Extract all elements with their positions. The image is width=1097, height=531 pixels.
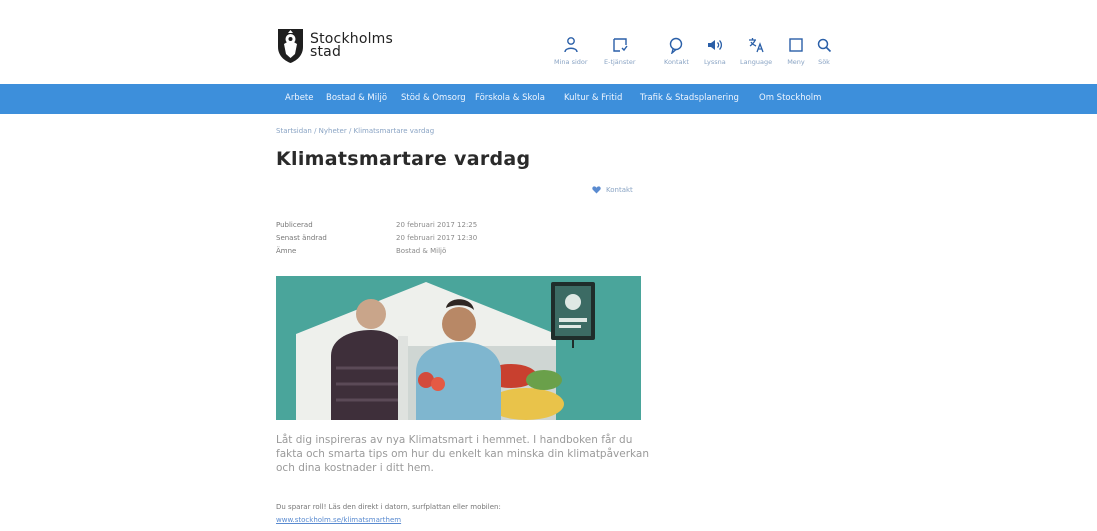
listen-label: Lyssna <box>704 58 726 66</box>
contact-link-label: Kontakt <box>606 186 633 194</box>
e-services-button[interactable]: E-tjänster <box>604 36 636 66</box>
meta-row: Senast ändrad 20 februari 2017 12:30 <box>276 234 526 247</box>
breadcrumb[interactable]: Startsidan / Nyheter / Klimatsmartare va… <box>276 127 434 135</box>
heart-icon <box>592 186 601 194</box>
my-pages-label: Mina sidor <box>554 58 588 66</box>
contact-link[interactable]: Kontakt <box>592 186 633 194</box>
article-note: Du sparar roll! Läs den direkt i datorn,… <box>276 503 501 511</box>
meta-key: Publicerad <box>276 221 313 229</box>
nav-item-forskola-skola[interactable]: Förskola & Skola <box>475 93 545 103</box>
nav-item-bostad-miljo[interactable]: Bostad & Miljö <box>326 93 387 103</box>
article-meta: Publicerad 20 februari 2017 12:25 Senast… <box>276 221 526 260</box>
speaker-icon <box>707 40 722 50</box>
contact-button[interactable]: Kontakt <box>664 36 689 66</box>
site-header: Stockholms stad Mina sidor E-tjänster Ko… <box>0 0 1097 84</box>
language-label: Language <box>740 58 773 66</box>
main-navigation: Arbete Bostad & Miljö Stöd & Omsorg Förs… <box>0 84 1097 114</box>
handbook-link[interactable]: www.stockholm.se/klimatsmarthem <box>276 516 401 524</box>
listen-button[interactable]: Lyssna <box>704 36 726 66</box>
menu-label: Meny <box>787 58 805 66</box>
my-pages-button[interactable]: Mina sidor <box>554 36 588 66</box>
language-icon <box>749 38 764 53</box>
meta-value: Bostad & Miljö <box>396 247 447 255</box>
e-services-icon <box>613 38 628 52</box>
meta-value: 20 februari 2017 12:25 <box>396 221 478 229</box>
menu-icon <box>789 38 803 52</box>
e-services-label: E-tjänster <box>604 58 636 66</box>
person-icon <box>564 37 578 53</box>
chat-icon <box>670 37 683 54</box>
nav-item-arbete[interactable]: Arbete <box>285 93 314 103</box>
search-label: Sök <box>818 58 830 66</box>
hero-image <box>276 276 641 420</box>
meta-row: Publicerad 20 februari 2017 12:25 <box>276 221 526 234</box>
meta-key: Ämne <box>276 247 297 255</box>
article-intro: Låt dig inspireras av nya Klimatsmart i … <box>276 434 650 474</box>
search-icon <box>817 38 832 53</box>
meta-key: Senast ändrad <box>276 234 327 242</box>
menu-button[interactable]: Meny <box>787 36 805 66</box>
header-toolbar: Mina sidor E-tjänster Kontakt Lyssna Lan… <box>0 36 1097 76</box>
nav-item-trafik-stadsplanering[interactable]: Trafik & Stadsplanering <box>640 93 739 103</box>
language-button[interactable]: Language <box>740 36 772 66</box>
page-title: Klimatsmartare vardag <box>276 148 531 170</box>
meta-row: Ämne Bostad & Miljö <box>276 247 526 260</box>
nav-item-om-stockholm[interactable]: Om Stockholm <box>759 93 821 103</box>
meta-value: 20 februari 2017 12:30 <box>396 234 478 242</box>
search-button[interactable]: Sök <box>815 36 833 66</box>
nav-item-stod-omsorg[interactable]: Stöd & Omsorg <box>401 93 466 103</box>
nav-item-kultur-fritid[interactable]: Kultur & Fritid <box>564 93 622 103</box>
contact-label: Kontakt <box>664 58 689 66</box>
